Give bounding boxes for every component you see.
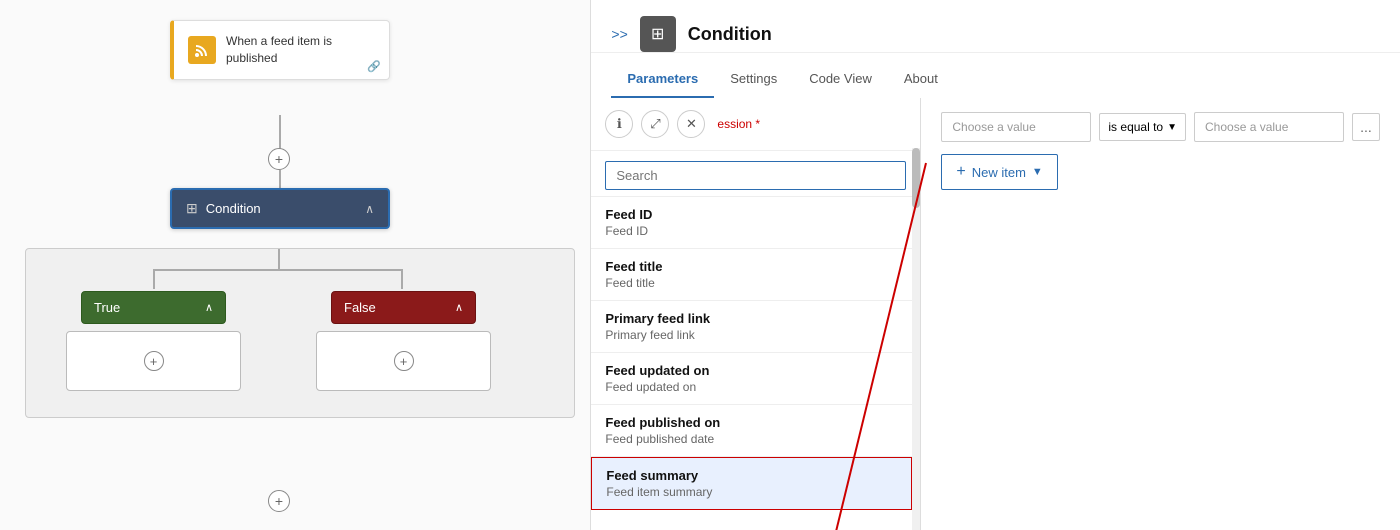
panel-header: >> ⊞ Condition xyxy=(591,0,1400,53)
connector-line xyxy=(279,115,281,150)
condition-node-label: Condition xyxy=(206,201,261,216)
dropdown-controls: ℹ ⤢ ✕ ession * xyxy=(591,98,920,151)
info-button[interactable]: ℹ xyxy=(605,110,633,138)
connector-line2 xyxy=(279,170,281,188)
list-item-feed-title[interactable]: Feed title Feed title xyxy=(591,249,912,301)
feed-summary-sub: Feed item summary xyxy=(606,485,897,499)
chevron-down-icon: ▼ xyxy=(1167,122,1177,133)
condition-grid-icon: ⊞ xyxy=(186,200,198,217)
branch-v-left xyxy=(153,269,155,289)
branch-container: True ∧ False ∧ + + xyxy=(25,248,575,418)
true-branch-node[interactable]: True ∧ xyxy=(81,291,226,324)
feed-title-title: Feed title xyxy=(605,259,898,274)
feed-summary-title: Feed summary xyxy=(606,468,897,483)
feed-updated-on-title: Feed updated on xyxy=(605,363,898,378)
more-options-button[interactable]: ... xyxy=(1352,113,1380,141)
branch-h-line xyxy=(153,269,403,271)
false-label: False xyxy=(344,300,376,315)
collapse-panel-button[interactable]: >> xyxy=(611,26,627,42)
feed-title-sub: Feed title xyxy=(605,276,898,290)
list-item-feed-updated-on[interactable]: Feed updated on Feed updated on xyxy=(591,353,912,405)
chevron-up-icon: ∧ xyxy=(365,202,374,216)
plus-icon: + xyxy=(956,163,965,181)
choose-value-1-input[interactable]: Choose a value xyxy=(941,112,1091,142)
feed-id-title: Feed ID xyxy=(605,207,898,222)
list-item-feed-published-on[interactable]: Feed published on Feed published date xyxy=(591,405,912,457)
primary-feed-link-sub: Primary feed link xyxy=(605,328,898,342)
close-button[interactable]: ✕ xyxy=(677,110,705,138)
panel-tabs: Parameters Settings Code View About xyxy=(591,61,1400,98)
scrollbar-track xyxy=(912,148,920,530)
chevron-down-new-icon: ▼ xyxy=(1032,166,1043,178)
trigger-label: When a feed item is published xyxy=(226,33,375,67)
rss-icon xyxy=(188,36,216,64)
tab-parameters[interactable]: Parameters xyxy=(611,61,714,98)
branch-v-top xyxy=(278,249,280,269)
scrollbar-thumb[interactable] xyxy=(912,148,920,208)
chevron-up-false-icon: ∧ xyxy=(455,301,463,314)
list-item-feed-id[interactable]: Feed ID Feed ID xyxy=(591,197,912,249)
true-label: True xyxy=(94,300,120,315)
dropdown-list: Feed ID Feed ID Feed title Feed title Pr… xyxy=(591,197,920,530)
new-item-label: New item xyxy=(972,165,1026,180)
false-branch-box: + xyxy=(316,331,491,391)
true-branch-box: + xyxy=(66,331,241,391)
feed-published-on-title: Feed published on xyxy=(605,415,898,430)
condition-node[interactable]: ⊞ Condition ∧ xyxy=(170,188,390,229)
search-input[interactable] xyxy=(605,161,906,190)
trigger-node[interactable]: When a feed item is published 🔗 xyxy=(170,20,390,80)
panel-icon: ⊞ xyxy=(640,16,676,52)
canvas-area: When a feed item is published 🔗 + ⊞ Cond… xyxy=(0,0,591,530)
choose-value-2-input[interactable]: Choose a value xyxy=(1194,112,1344,142)
add-false-action-button[interactable]: + xyxy=(394,351,414,371)
expression-required-label: ession * xyxy=(717,117,760,131)
list-item-primary-feed-link[interactable]: Primary feed link Primary feed link xyxy=(591,301,912,353)
panel-title: Condition xyxy=(688,24,1380,45)
feed-updated-on-sub: Feed updated on xyxy=(605,380,898,394)
operator-dropdown[interactable]: is equal to ▼ xyxy=(1099,113,1186,141)
tab-code-view[interactable]: Code View xyxy=(793,61,888,98)
feed-id-sub: Feed ID xyxy=(605,224,898,238)
tab-settings[interactable]: Settings xyxy=(714,61,793,98)
expand-button[interactable]: ⤢ xyxy=(641,110,669,138)
condition-row: Choose a value is equal to ▼ Choose a va… xyxy=(941,112,1380,142)
dropdown-area: ℹ ⤢ ✕ ession * Feed ID Feed ID Feed titl… xyxy=(591,98,921,530)
panel-body: ℹ ⤢ ✕ ession * Feed ID Feed ID Feed titl… xyxy=(591,98,1400,530)
primary-feed-link-title: Primary feed link xyxy=(605,311,898,326)
right-panel: >> ⊞ Condition Parameters Settings Code … xyxy=(591,0,1400,530)
search-container xyxy=(591,151,920,197)
link-icon: 🔗 xyxy=(367,60,381,73)
chevron-up-true-icon: ∧ xyxy=(205,301,213,314)
feed-published-on-sub: Feed published date xyxy=(605,432,898,446)
false-branch-node[interactable]: False ∧ xyxy=(331,291,476,324)
list-item-feed-summary[interactable]: Feed summary Feed item summary xyxy=(591,457,912,510)
branch-v-right xyxy=(401,269,403,289)
add-true-action-button[interactable]: + xyxy=(144,351,164,371)
condition-left: ⊞ Condition xyxy=(186,200,261,217)
config-area: Choose a value is equal to ▼ Choose a va… xyxy=(921,98,1400,530)
add-bottom-step-button[interactable]: + xyxy=(268,490,290,512)
add-step-button[interactable]: + xyxy=(268,148,290,170)
new-item-button[interactable]: + New item ▼ xyxy=(941,154,1057,190)
tab-about[interactable]: About xyxy=(888,61,954,98)
